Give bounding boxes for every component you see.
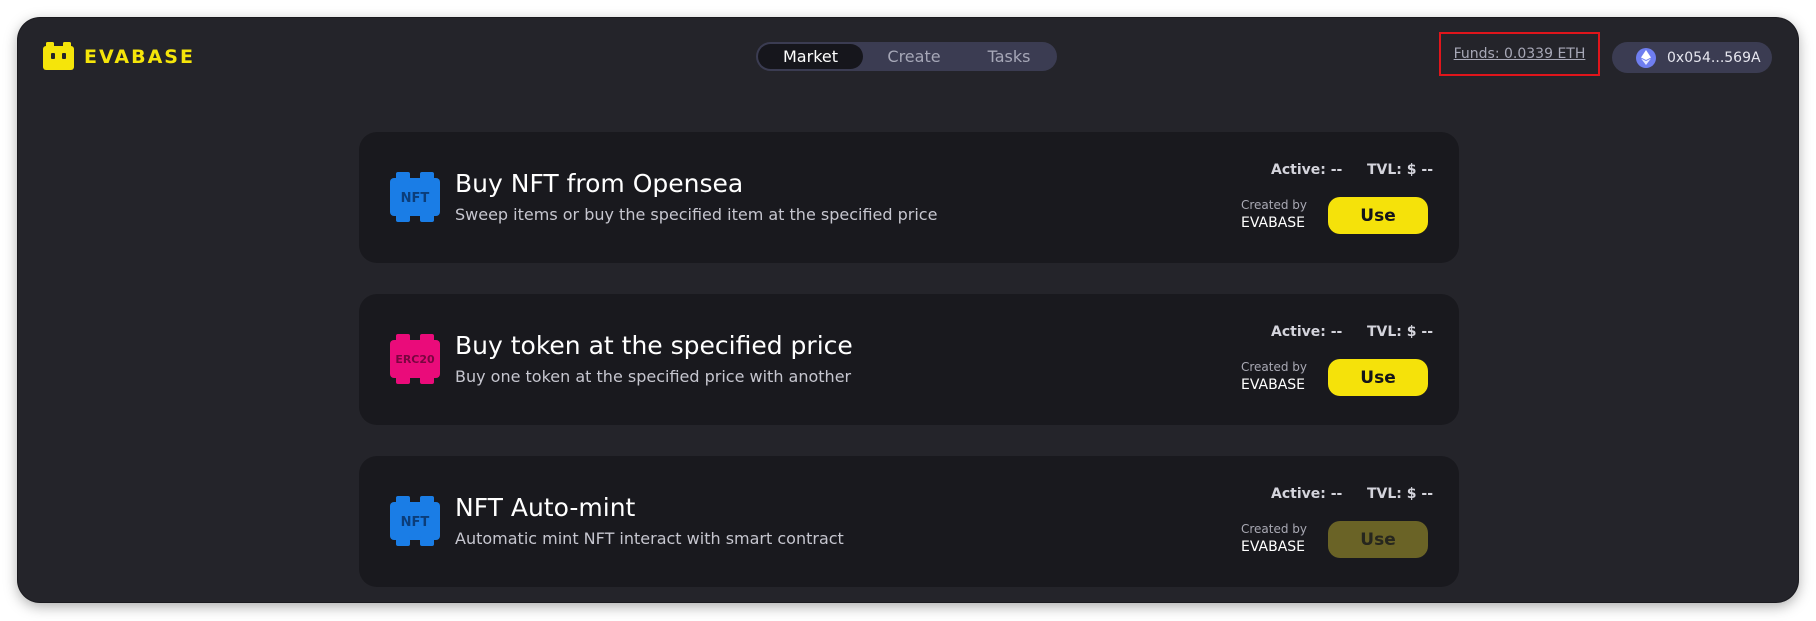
active-count: Active: -- [1271, 162, 1343, 178]
creator-name: EVABASE [1241, 215, 1306, 231]
evabase-logo-icon [43, 42, 74, 72]
nft-icon: NFT [390, 172, 440, 222]
tvl-value: TVL: $ -- [1367, 486, 1434, 502]
wallet-address: 0x054...569A [1667, 49, 1761, 66]
tab-create[interactable]: Create [863, 44, 965, 69]
svg-text:NFT: NFT [401, 191, 430, 206]
nft-icon: NFT [390, 496, 440, 546]
erc20-icon: ERC20 [390, 334, 440, 384]
created-by-label: Created by [1241, 198, 1308, 212]
card-description: Sweep items or buy the specified item at… [455, 205, 938, 224]
app-window: EVABASE Market Create Tasks Funds: 0.033… [18, 18, 1798, 602]
tvl-value: TVL: $ -- [1367, 324, 1434, 340]
card-title: NFT Auto-mint [455, 493, 636, 522]
created-by-label: Created by [1241, 360, 1308, 374]
creator-name: EVABASE [1241, 377, 1306, 393]
use-button[interactable]: Use [1328, 197, 1428, 234]
card-title: Buy NFT from Opensea [455, 169, 744, 198]
funds-highlight: Funds: 0.0339 ETH [1439, 32, 1600, 76]
card-description: Automatic mint NFT interact with smart c… [455, 529, 844, 548]
wallet-button[interactable]: 0x054...569A [1612, 42, 1772, 73]
svg-text:ERC20: ERC20 [395, 353, 435, 366]
tab-tasks[interactable]: Tasks [965, 44, 1053, 69]
created-by-label: Created by [1241, 522, 1308, 536]
logo[interactable]: EVABASE [43, 42, 195, 72]
task-card: NFT NFT Auto-mint Automatic mint NFT int… [359, 456, 1459, 587]
svg-text:NFT: NFT [401, 515, 430, 530]
creator-name: EVABASE [1241, 539, 1306, 555]
active-count: Active: -- [1271, 486, 1343, 502]
card-description: Buy one token at the specified price wit… [455, 367, 852, 386]
task-card: NFT Buy NFT from Opensea Sweep items or … [359, 132, 1459, 263]
funds-link[interactable]: Funds: 0.0339 ETH [1454, 46, 1586, 62]
logo-text: EVABASE [84, 46, 195, 68]
active-count: Active: -- [1271, 324, 1343, 340]
task-card: ERC20 Buy token at the specified price B… [359, 294, 1459, 425]
main-nav: Market Create Tasks [756, 42, 1057, 71]
tvl-value: TVL: $ -- [1367, 162, 1434, 178]
tab-market[interactable]: Market [758, 44, 863, 69]
card-title: Buy token at the specified price [455, 331, 853, 360]
ethereum-icon [1636, 47, 1656, 68]
use-button[interactable]: Use [1328, 359, 1428, 396]
use-button[interactable]: Use [1328, 521, 1428, 558]
